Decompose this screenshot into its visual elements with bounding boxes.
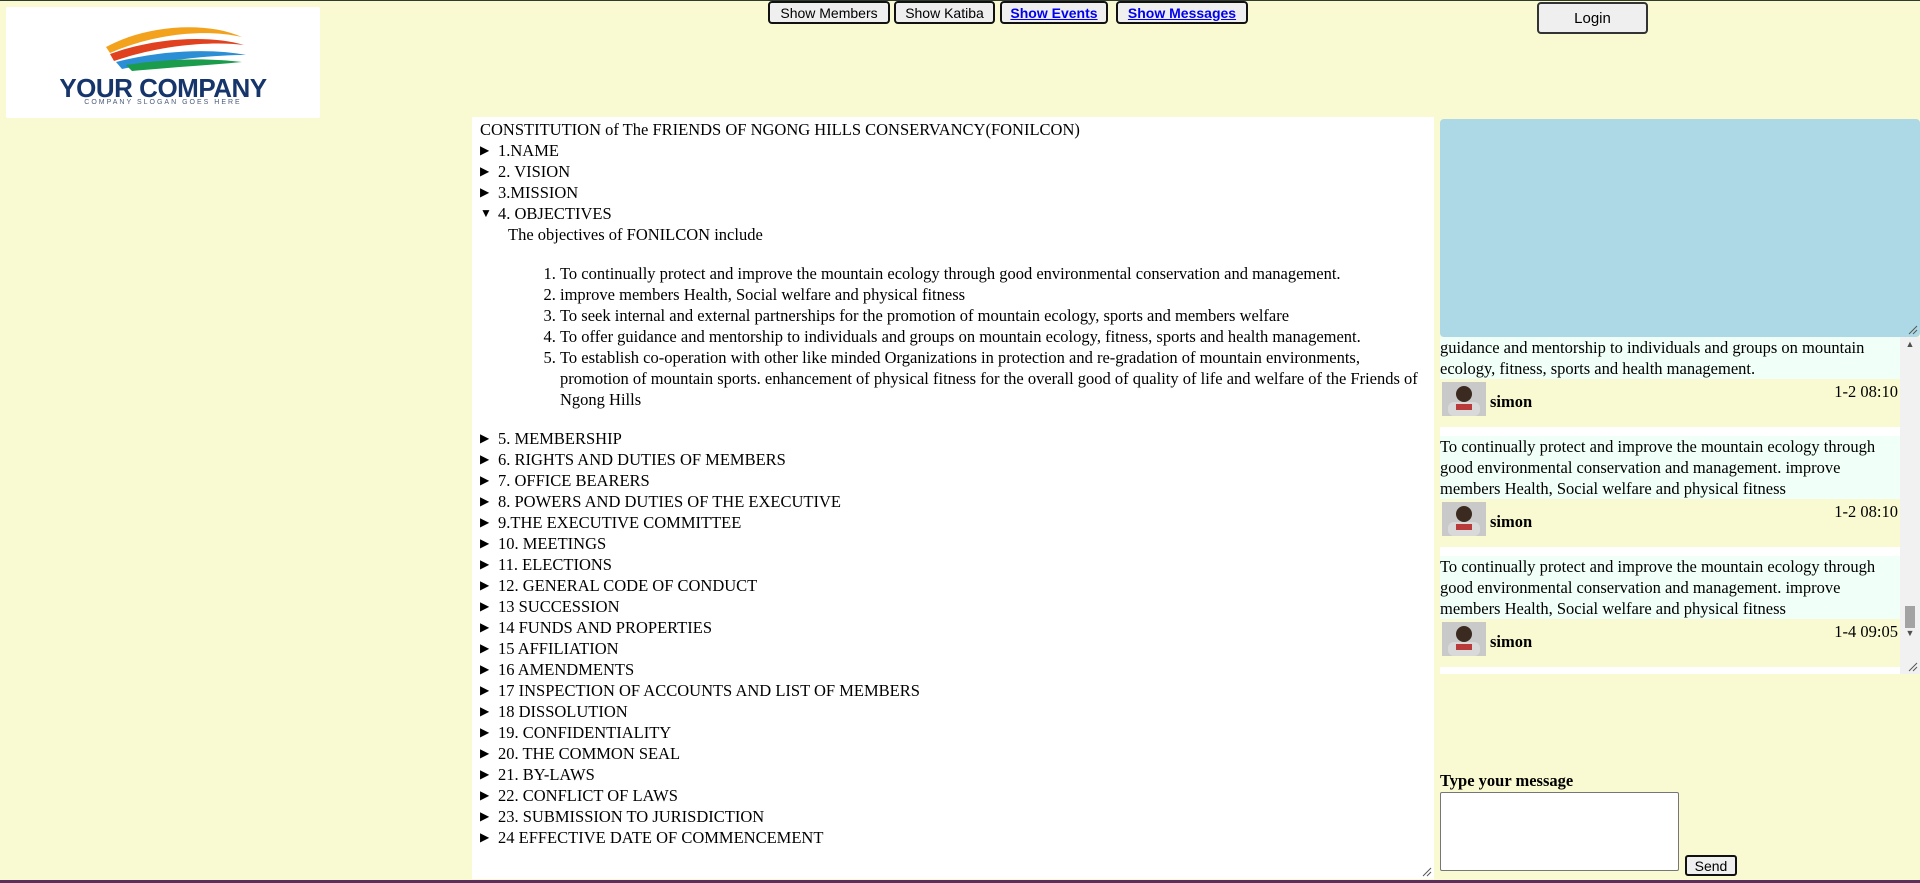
triangle-right-icon: ▶ xyxy=(480,164,490,178)
section-executive-committee[interactable]: ▶ 9.THE EXECUTIVE COMMITTEE xyxy=(480,512,1426,533)
triangle-right-icon: ▶ xyxy=(480,746,490,760)
messages-scrollbar[interactable]: ▲ ▼ xyxy=(1900,337,1920,674)
triangle-right-icon: ▶ xyxy=(480,452,490,466)
objective-item: To seek internal and external partnershi… xyxy=(560,305,1426,326)
message-input[interactable] xyxy=(1440,792,1679,871)
send-button[interactable]: Send xyxy=(1685,855,1737,876)
message-user: simon xyxy=(1490,632,1533,651)
section-elections[interactable]: ▶ 11. ELECTIONS xyxy=(480,554,1426,575)
message-item: guidance and mentorship to individuals a… xyxy=(1440,337,1900,427)
resize-handle-icon[interactable] xyxy=(1908,325,1918,335)
triangle-right-icon: ▶ xyxy=(480,473,490,487)
chat-image-panel xyxy=(1440,119,1920,337)
message-input-label: Type your message xyxy=(1440,771,1574,790)
triangle-right-icon: ▶ xyxy=(480,620,490,634)
triangle-down-icon: ▼ xyxy=(480,206,492,220)
objective-item: To continually protect and improve the m… xyxy=(560,263,1426,284)
section-common-seal[interactable]: ▶ 20. THE COMMON SEAL xyxy=(480,743,1426,764)
resize-handle-icon[interactable] xyxy=(1908,662,1918,672)
avatar xyxy=(1442,502,1486,536)
logo-swoosh-icon xyxy=(106,27,246,71)
message-user: simon xyxy=(1490,392,1533,411)
section-objectives[interactable]: ▼ 4. OBJECTIVES xyxy=(480,203,1426,224)
section-effective-date[interactable]: ▶ 24 EFFECTIVE DATE OF COMMENCEMENT xyxy=(480,827,1426,848)
message-time: 1-2 08:10 xyxy=(1834,382,1898,401)
objective-item: To establish co-operation with other lik… xyxy=(560,347,1426,410)
triangle-right-icon: ▶ xyxy=(480,536,490,550)
message-time: 1-4 09:05 xyxy=(1834,622,1898,641)
objectives-intro: The objectives of FONILCON include xyxy=(508,225,763,244)
messages-list[interactable]: guidance and mentorship to individuals a… xyxy=(1440,337,1920,674)
section-funds[interactable]: ▶ 14 FUNDS AND PROPERTIES xyxy=(480,617,1426,638)
scroll-up-icon[interactable]: ▲ xyxy=(1900,339,1920,355)
triangle-right-icon: ▶ xyxy=(480,578,490,592)
section-amendments[interactable]: ▶ 16 AMENDMENTS xyxy=(480,659,1426,680)
show-members-button[interactable]: Show Members xyxy=(768,1,890,24)
scroll-down-icon[interactable]: ▼ xyxy=(1900,628,1920,644)
triangle-right-icon: ▶ xyxy=(480,494,490,508)
objective-item: improve members Health, Social welfare a… xyxy=(560,284,1426,305)
show-katiba-button[interactable]: Show Katiba xyxy=(894,1,995,24)
section-membership[interactable]: ▶ 5. MEMBERSHIP xyxy=(480,428,1426,449)
section-mission[interactable]: ▶ 3.MISSION xyxy=(480,182,1426,203)
triangle-right-icon: ▶ xyxy=(480,788,490,802)
triangle-right-icon: ▶ xyxy=(480,515,490,529)
triangle-right-icon: ▶ xyxy=(480,767,490,781)
section-succession[interactable]: ▶ 13 SUCCESSION xyxy=(480,596,1426,617)
message-item: To continually protect and improve the m… xyxy=(1440,436,1900,547)
triangle-right-icon: ▶ xyxy=(480,662,490,676)
section-name[interactable]: ▶ 1.NAME xyxy=(480,140,1426,161)
section-conflict-of-laws[interactable]: ▶ 22. CONFLICT OF LAWS xyxy=(480,785,1426,806)
show-messages-button[interactable]: Show Messages xyxy=(1116,1,1248,24)
show-events-button[interactable]: Show Events xyxy=(1000,1,1108,24)
document-title: CONSTITUTION of The FRIENDS OF NGONG HIL… xyxy=(480,120,1080,139)
objective-item: To offer guidance and mentorship to indi… xyxy=(560,326,1426,347)
triangle-right-icon: ▶ xyxy=(480,185,490,199)
section-office-bearers[interactable]: ▶ 7. OFFICE BEARERS xyxy=(480,470,1426,491)
triangle-right-icon: ▶ xyxy=(480,599,490,613)
login-button[interactable]: Login xyxy=(1537,2,1648,34)
constitution-document[interactable]: CONSTITUTION of The FRIENDS OF NGONG HIL… xyxy=(472,117,1434,879)
triangle-right-icon: ▶ xyxy=(480,725,490,739)
avatar xyxy=(1442,622,1486,656)
scrollbar-thumb[interactable] xyxy=(1905,606,1915,628)
triangle-right-icon: ▶ xyxy=(480,143,490,157)
message-user: simon xyxy=(1490,512,1533,531)
message-item: To continually protect and improve the m… xyxy=(1440,556,1900,667)
section-vision[interactable]: ▶ 2. VISION xyxy=(480,161,1426,182)
company-logo[interactable]: YOUR COMPANY COMPANY SLOGAN GOES HERE xyxy=(6,7,320,118)
section-code-of-conduct[interactable]: ▶ 12. GENERAL CODE OF CONDUCT xyxy=(480,575,1426,596)
triangle-right-icon: ▶ xyxy=(480,431,490,445)
triangle-right-icon: ▶ xyxy=(480,641,490,655)
avatar xyxy=(1442,382,1486,416)
resize-handle-icon[interactable] xyxy=(1422,867,1432,877)
message-text: guidance and mentorship to individuals a… xyxy=(1440,337,1900,379)
message-text: To continually protect and improve the m… xyxy=(1440,556,1900,619)
triangle-right-icon: ▶ xyxy=(480,557,490,571)
section-confidentiality[interactable]: ▶ 19. CONFIDENTIALITY xyxy=(480,722,1426,743)
objectives-list: To continually protect and improve the m… xyxy=(480,263,1426,410)
section-dissolution[interactable]: ▶ 18 DISSOLUTION xyxy=(480,701,1426,722)
section-by-laws[interactable]: ▶ 21. BY-LAWS xyxy=(480,764,1426,785)
section-executive-powers[interactable]: ▶ 8. POWERS AND DUTIES OF THE EXECUTIVE xyxy=(480,491,1426,512)
logo-slogan: COMPANY SLOGAN GOES HERE xyxy=(84,99,242,106)
message-time: 1-2 08:10 xyxy=(1834,502,1898,521)
section-affiliation[interactable]: ▶ 15 AFFILIATION xyxy=(480,638,1426,659)
triangle-right-icon: ▶ xyxy=(480,683,490,697)
section-inspection[interactable]: ▶ 17 INSPECTION OF ACCOUNTS AND LIST OF M… xyxy=(480,680,1426,701)
section-jurisdiction[interactable]: ▶ 23. SUBMISSION TO JURISDICTION xyxy=(480,806,1426,827)
triangle-right-icon: ▶ xyxy=(480,704,490,718)
message-text: To continually protect and improve the m… xyxy=(1440,436,1900,499)
triangle-right-icon: ▶ xyxy=(480,809,490,823)
triangle-right-icon: ▶ xyxy=(480,830,490,844)
section-rights-duties[interactable]: ▶ 6. RIGHTS AND DUTIES OF MEMBERS xyxy=(480,449,1426,470)
section-meetings[interactable]: ▶ 10. MEETINGS xyxy=(480,533,1426,554)
